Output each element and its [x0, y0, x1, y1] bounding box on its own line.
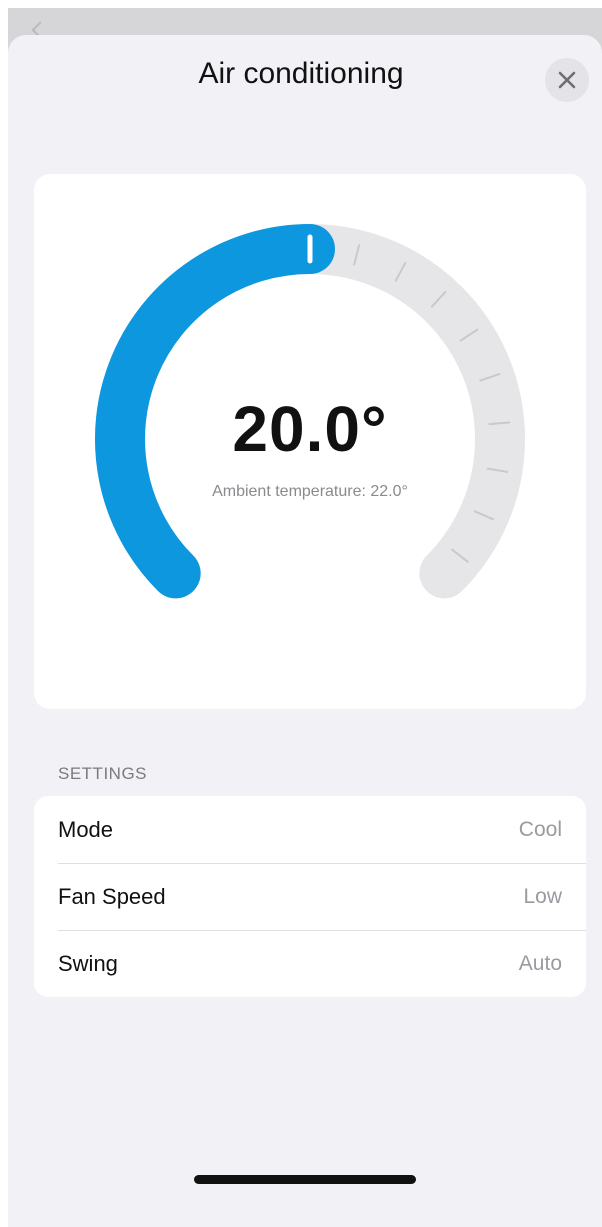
row-label: Swing — [58, 950, 118, 976]
modal-sheet: Air conditioning 20.0° Ambient temperatu… — [8, 35, 602, 1227]
settings-row-mode[interactable]: Mode Cool — [34, 796, 586, 863]
row-label: Mode — [58, 816, 114, 842]
home-indicator — [194, 1175, 416, 1184]
settings-section-header: SETTINGS — [58, 764, 148, 783]
sheet-title: Air conditioning — [198, 57, 404, 90]
close-button[interactable] — [545, 58, 589, 102]
screen: Air conditioning 20.0° Ambient temperatu… — [0, 0, 602, 1227]
row-value: Low — [523, 884, 562, 908]
close-icon — [558, 71, 576, 89]
thermostat-card: 20.0° Ambient temperature: 22.0° — [34, 174, 586, 709]
ambient-temperature: Ambient temperature: 22.0° — [212, 483, 408, 500]
row-label: Fan Speed — [58, 883, 166, 909]
settings-list: Mode Cool Fan Speed Low Swing Auto — [34, 796, 586, 997]
row-value: Auto — [518, 951, 562, 975]
settings-row-swing[interactable]: Swing Auto — [34, 930, 586, 997]
row-value: Cool — [518, 817, 562, 841]
settings-row-fan-speed[interactable]: Fan Speed Low — [34, 863, 586, 930]
target-temperature: 20.0° — [232, 393, 388, 465]
